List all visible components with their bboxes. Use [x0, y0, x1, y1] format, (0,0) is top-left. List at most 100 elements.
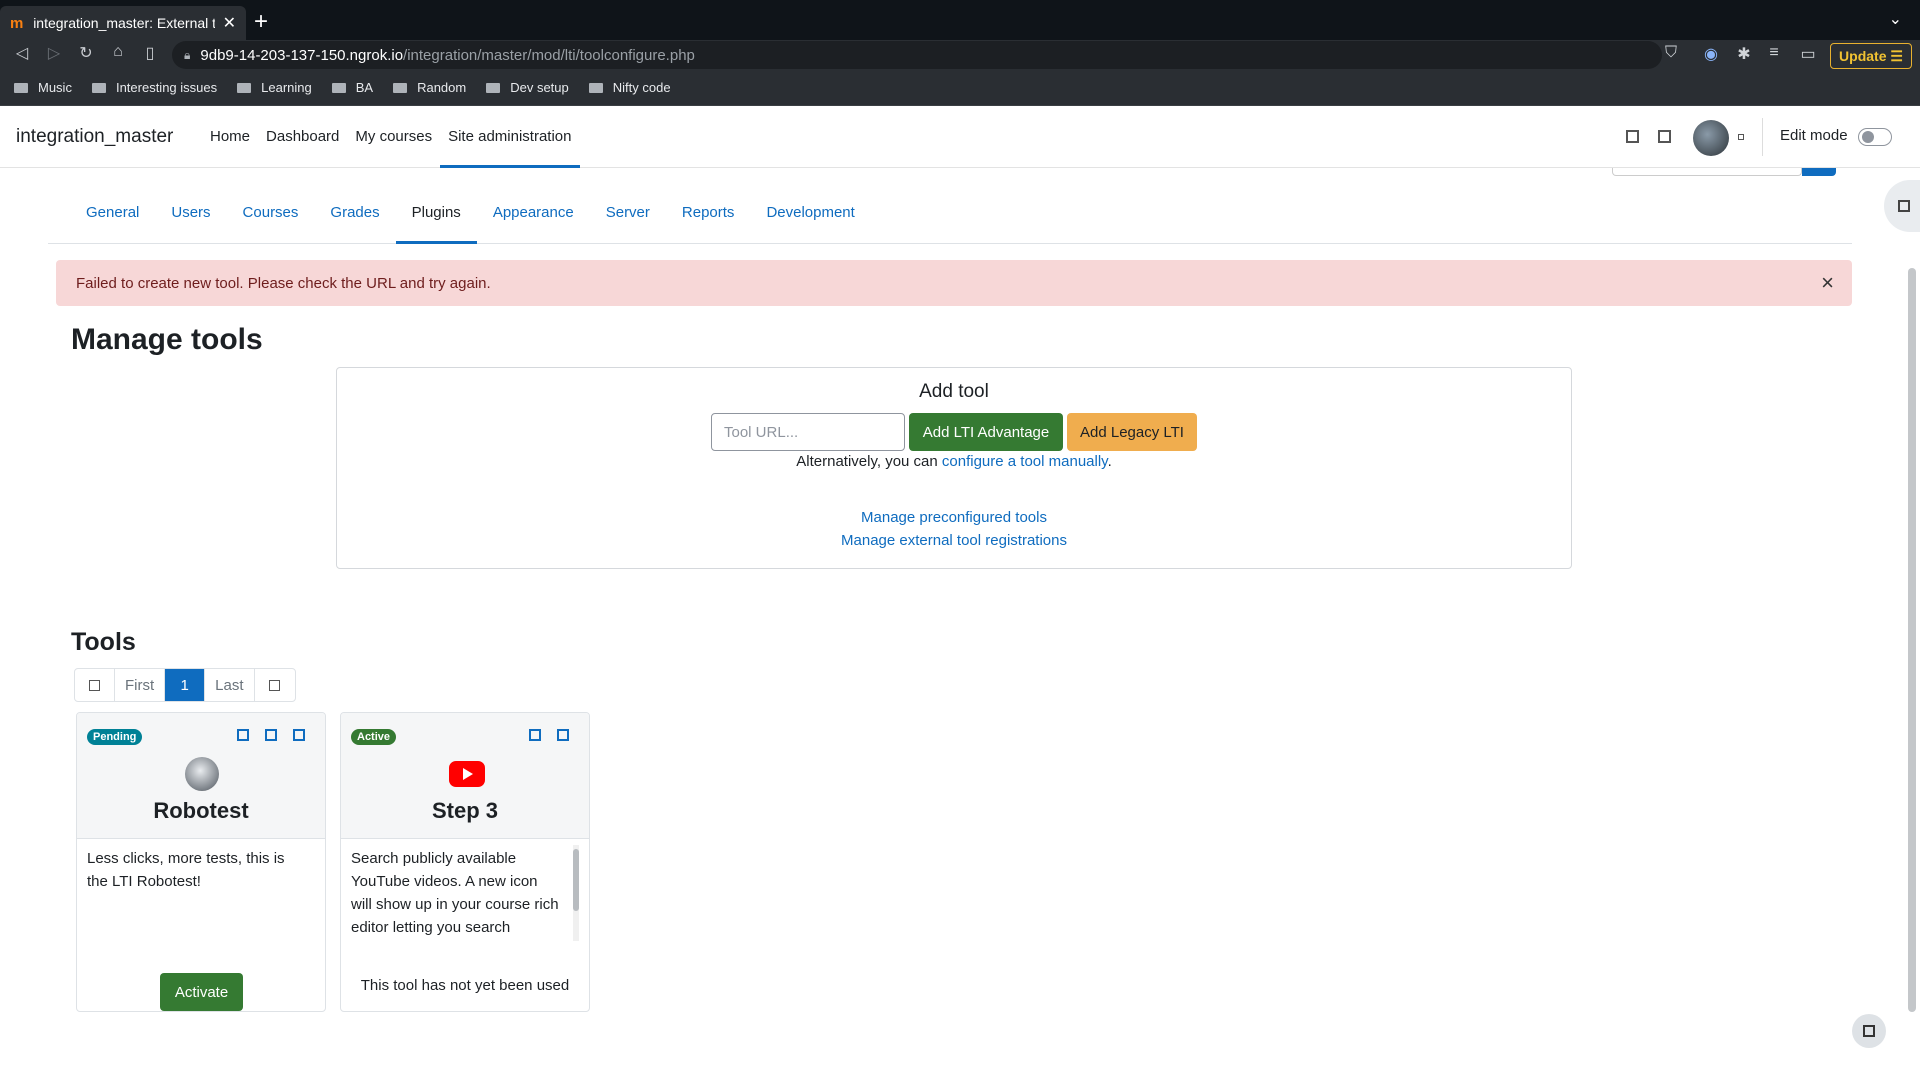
tab-grades[interactable]: Grades	[314, 196, 395, 244]
tool-registrations-row: Manage external tool registrations	[337, 532, 1571, 549]
edit-mode-toggle[interactable]	[1858, 128, 1892, 146]
bookmark-random[interactable]: Random	[393, 80, 466, 95]
drawer-icon	[1898, 200, 1910, 212]
update-label: Update	[1839, 48, 1887, 64]
scrollbar-thumb[interactable]	[573, 849, 579, 911]
tab-courses[interactable]: Courses	[227, 196, 315, 244]
bookmark-label: Interesting issues	[115, 80, 218, 95]
tab-list-chevron-icon[interactable]: ⌄	[1889, 9, 1902, 29]
activate-button[interactable]: Activate	[160, 973, 243, 1011]
nav-my-courses[interactable]: My courses	[347, 106, 440, 168]
edit-mode-label: Edit mode	[1780, 127, 1848, 144]
moodle-favicon-icon: m	[10, 14, 24, 32]
extensions-puzzle-icon[interactable]: ✱	[1733, 44, 1755, 64]
bookmark-learning[interactable]: Learning	[237, 80, 312, 95]
wallet-icon[interactable]: ▭	[1797, 44, 1819, 64]
home-icon[interactable]: ⌂	[106, 43, 130, 61]
configure-manually-link[interactable]: configure a tool manually	[942, 453, 1108, 470]
site-name[interactable]: integration_master	[16, 126, 173, 148]
add-tool-panel: Add tool Add LTI Advantage Add Legacy LT…	[336, 367, 1572, 569]
notifications-icon[interactable]	[1626, 130, 1639, 143]
description-scrollbar[interactable]	[573, 845, 579, 941]
pager-next[interactable]	[255, 669, 295, 701]
tab-title: integration_master: External tool	[33, 15, 215, 31]
close-icon[interactable]: ×	[1821, 270, 1834, 296]
tab-reports[interactable]: Reports	[666, 196, 751, 244]
back-icon[interactable]: ◁	[10, 43, 34, 63]
folder-icon	[486, 82, 501, 93]
bookmark-interesting-issues[interactable]: Interesting issues	[91, 80, 218, 95]
tab-general[interactable]: General	[70, 196, 155, 244]
pager-first[interactable]: First	[115, 669, 166, 701]
tool-card-robotest: Pending Robotest Less clicks, more tests…	[76, 712, 326, 1012]
tab-plugins[interactable]: Plugins	[395, 196, 477, 244]
delete-icon[interactable]	[293, 729, 305, 741]
admin-search-button[interactable]	[1802, 168, 1836, 176]
robotest-tool-icon	[185, 757, 219, 791]
tab-development[interactable]: Development	[750, 196, 870, 244]
manage-preconfigured-tools-link[interactable]: Manage preconfigured tools	[861, 509, 1047, 526]
tools-heading: Tools	[71, 628, 136, 656]
bookmark-nifty-code[interactable]: Nifty code	[588, 80, 671, 95]
nav-dashboard[interactable]: Dashboard	[258, 106, 347, 168]
address-bar-row: ◁ ▷ ↻ ⌂ ▯ 🔒︎ 9db9-14-203-137-150.ngrok.i…	[0, 40, 1920, 70]
new-tab-icon[interactable]: +	[254, 8, 268, 36]
edit-icon[interactable]	[265, 729, 277, 741]
browser-tab[interactable]: m integration_master: External tool ✕	[0, 6, 246, 40]
reload-icon[interactable]: ↻	[74, 43, 98, 63]
bookmarks-bar: Music Interesting issues Learning BA Ran…	[0, 70, 1920, 106]
alert-message: Failed to create new tool. Please check …	[76, 274, 491, 292]
add-lti-advantage-button[interactable]: Add LTI Advantage	[909, 413, 1063, 451]
update-button[interactable]: Update ☰	[1830, 43, 1912, 69]
forward-icon[interactable]: ▷	[42, 43, 66, 63]
approve-icon[interactable]	[237, 729, 249, 741]
user-menu-caret-icon[interactable]	[1738, 134, 1744, 140]
card-header: Active Step 3	[341, 713, 589, 839]
help-icon	[1863, 1025, 1875, 1037]
bookmark-label: Music	[38, 80, 72, 95]
page-scrollbar[interactable]	[1908, 268, 1916, 1012]
folder-icon	[331, 82, 346, 93]
alternative-text: Alternatively, you can configure a tool …	[337, 453, 1571, 470]
bookmark-label: Random	[417, 80, 467, 95]
preconfigured-tools-row: Manage preconfigured tools	[337, 509, 1571, 526]
bookmark-label: Dev setup	[510, 80, 569, 95]
pager-last[interactable]: Last	[205, 669, 255, 701]
pager-current[interactable]: 1	[165, 669, 206, 701]
folder-icon	[393, 82, 408, 93]
translate-extension-icon[interactable]: ◉	[1700, 44, 1722, 64]
avatar[interactable]	[1693, 120, 1729, 156]
add-legacy-lti-button[interactable]: Add Legacy LTI	[1067, 413, 1197, 451]
url-field[interactable]: 🔒︎ 9db9-14-203-137-150.ngrok.io /integra…	[172, 41, 1662, 69]
nav-site-administration[interactable]: Site administration	[440, 106, 580, 168]
status-badge: Active	[351, 729, 397, 745]
lock-icon: 🔒︎	[184, 47, 191, 62]
delete-icon[interactable]	[557, 729, 569, 741]
bookmark-icon[interactable]: ▯	[138, 43, 162, 63]
open-drawer-button[interactable]	[1884, 180, 1920, 232]
bookmark-dev-setup[interactable]: Dev setup	[486, 80, 569, 95]
manage-external-tool-registrations-link[interactable]: Manage external tool registrations	[841, 532, 1067, 549]
tool-description: Less clicks, more tests, this is the LTI…	[87, 850, 285, 890]
reading-list-icon[interactable]: ≡	[1763, 44, 1785, 62]
folder-icon	[588, 82, 603, 93]
edit-icon[interactable]	[529, 729, 541, 741]
tab-appearance[interactable]: Appearance	[477, 196, 590, 244]
error-alert: Failed to create new tool. Please check …	[56, 260, 1852, 306]
tool-card-step3: Active Step 3 Search publicly available …	[340, 712, 590, 1012]
tab-server[interactable]: Server	[590, 196, 666, 244]
tool-url-input[interactable]	[711, 413, 905, 451]
brave-shield-icon[interactable]: ⛉	[1660, 44, 1682, 62]
url-host: 9db9-14-203-137-150.ngrok.io	[200, 46, 404, 64]
footer-popover-button[interactable]	[1852, 1014, 1886, 1048]
nav-home[interactable]: Home	[202, 106, 258, 168]
messages-icon[interactable]	[1658, 130, 1671, 143]
admin-search-input[interactable]	[1612, 168, 1802, 176]
tab-users[interactable]: Users	[155, 196, 226, 244]
bookmark-ba[interactable]: BA	[331, 80, 373, 95]
url-path: /integration/master/mod/lti/toolconfigur…	[403, 46, 695, 64]
folder-icon	[14, 82, 28, 93]
tab-close-icon[interactable]: ✕	[223, 13, 236, 33]
bookmark-music[interactable]: Music	[14, 80, 72, 95]
pager-previous[interactable]	[75, 669, 115, 701]
